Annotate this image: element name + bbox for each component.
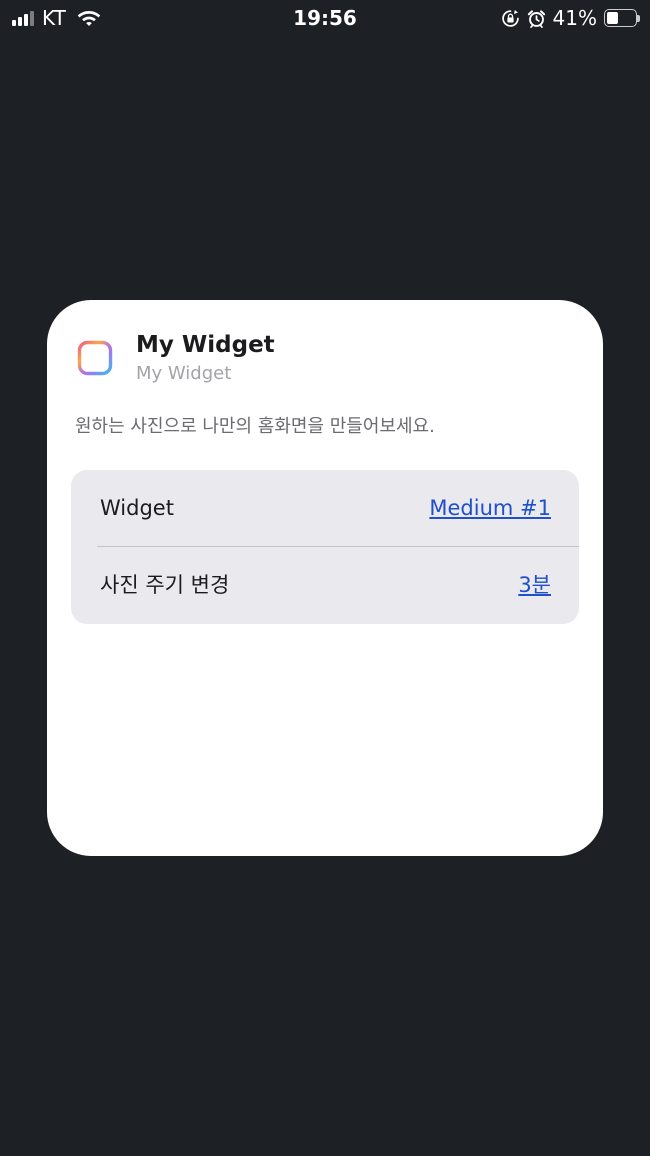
widget-config-card: My Widget My Widget 원하는 사진으로 나만의 홈화면을 만들… (47, 300, 603, 856)
battery-icon (604, 9, 640, 27)
settings-group: Widget Medium #1 사진 주기 변경 3분 (71, 470, 579, 624)
widget-title: My Widget (136, 332, 275, 358)
setting-row-widget[interactable]: Widget Medium #1 (71, 470, 579, 546)
widget-subtitle: My Widget (136, 363, 232, 384)
app-icon (77, 340, 113, 376)
rotation-lock-icon (501, 9, 519, 27)
status-right: 41% (501, 6, 640, 30)
setting-label: Widget (100, 496, 174, 520)
setting-row-interval[interactable]: 사진 주기 변경 3분 (71, 547, 579, 623)
interval-picker[interactable]: 3분 (518, 571, 551, 599)
alarm-icon (527, 9, 545, 28)
widget-description: 원하는 사진으로 나만의 홈화면을 만들어보세요. (75, 416, 435, 437)
setting-label: 사진 주기 변경 (100, 573, 230, 597)
status-bar: KT 19:56 41% (0, 0, 650, 36)
widget-size-picker[interactable]: Medium #1 (429, 494, 551, 522)
battery-fill (607, 12, 618, 24)
battery-percent: 41% (552, 6, 597, 30)
